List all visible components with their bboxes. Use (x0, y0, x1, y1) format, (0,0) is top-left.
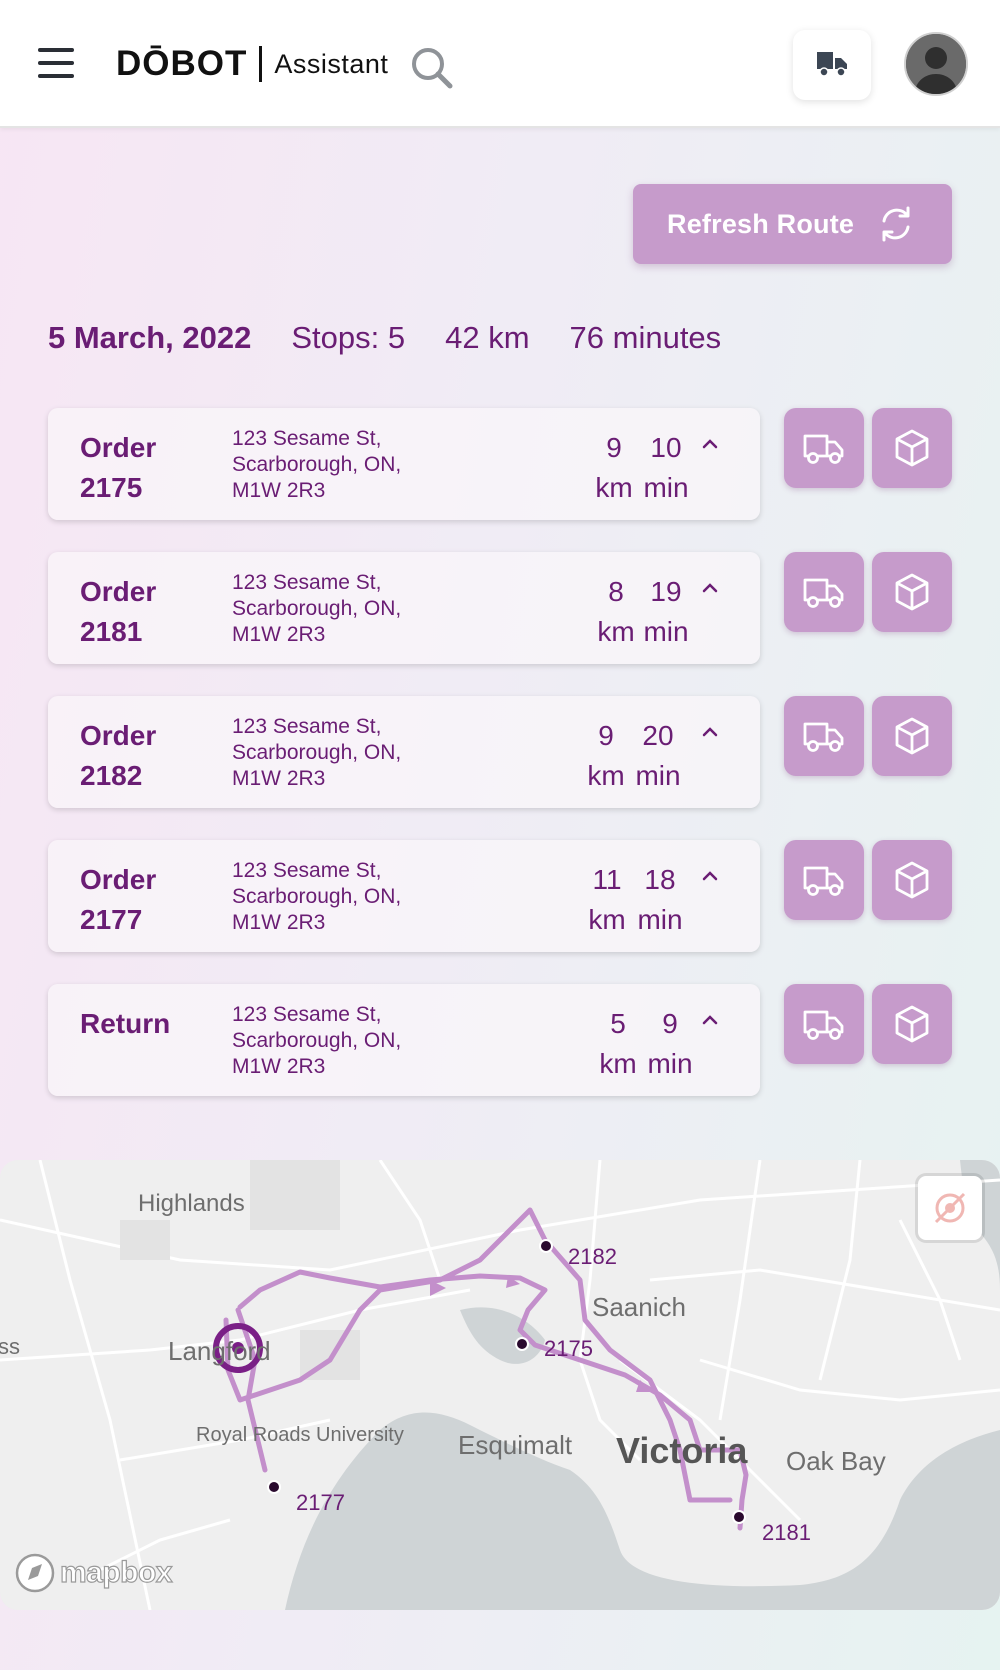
chevron-up-icon[interactable] (700, 434, 720, 454)
package-icon (895, 573, 929, 611)
chevron-up-icon[interactable] (700, 722, 720, 742)
refresh-icon (882, 206, 910, 242)
route-date: 5 March, 2022 (48, 320, 252, 355)
chevron-up-icon[interactable] (700, 866, 720, 886)
order-title: Order 2177 (80, 864, 157, 935)
order-title: Return (80, 1008, 171, 1039)
order-distance: 5 km (599, 1008, 637, 1079)
place-label: Highlands (138, 1190, 245, 1217)
place-label: Esquimalt (458, 1430, 573, 1460)
route-map[interactable]: Highlands Langford Saanich Royal Roads U… (0, 1160, 1000, 1610)
stop-count: Stops: 5 (291, 320, 406, 355)
stop-label: 2175 (544, 1336, 593, 1361)
truck-icon (803, 434, 844, 464)
stop-label: 2177 (296, 1490, 345, 1515)
place-label: Royal Roads University (196, 1424, 404, 1446)
order-title: Order 2175 (80, 432, 157, 503)
mapbox-wordmark: mapbox (59, 1555, 173, 1589)
order-title: Order 2181 (80, 576, 157, 647)
order-distance: 9 km (587, 720, 625, 791)
refresh-route-label: Refresh Route (667, 208, 855, 239)
stop-label: 2181 (762, 1520, 811, 1545)
route-summary: 5 March, 2022 Stops: 5 42 km 76 minutes (48, 318, 721, 358)
order-time: 19 min (643, 576, 689, 647)
deliver-button[interactable] (784, 840, 864, 920)
order-time: 9 min (647, 1008, 693, 1079)
package-button[interactable] (872, 408, 952, 488)
order-time: 18 min (637, 864, 683, 935)
order-title: Order 2182 (80, 720, 157, 791)
order-address: 123 Sesame St, Scarborough, ON, M1W 2R3 (232, 427, 402, 502)
total-distance: 42 km (445, 320, 530, 355)
geolocate-button[interactable] (918, 1176, 982, 1240)
package-button[interactable] (872, 552, 952, 632)
truck-icon (803, 866, 844, 896)
place-label: Saanich (592, 1292, 686, 1322)
order-time: 20 min (635, 720, 681, 791)
deliveries-button[interactable] (793, 30, 871, 100)
place-label: Langford (168, 1336, 271, 1366)
menu-icon[interactable] (38, 48, 74, 78)
order-address: 123 Sesame St, Scarborough, ON, M1W 2R3 (232, 859, 402, 934)
top-bar: DŌBOT Assistant (0, 0, 1000, 128)
mapbox-icon (15, 1553, 55, 1593)
avatar[interactable] (904, 32, 968, 96)
order-card[interactable]: Order 2175 123 Sesame St, Scarborough, ON,… (48, 408, 760, 520)
package-button[interactable] (872, 984, 952, 1064)
truck-icon (803, 722, 844, 752)
package-icon (895, 429, 929, 467)
total-duration: 76 minutes (569, 320, 722, 355)
truck-icon (803, 578, 844, 608)
order-card[interactable]: Order 2177 123 Sesame St, Scarborough, ON,… (48, 840, 760, 952)
order-address: 123 Sesame St, Scarborough, ON, M1W 2R3 (232, 571, 402, 646)
order-address: 123 Sesame St, Scarborough, ON, M1W 2R3 (232, 1003, 402, 1078)
deliver-button[interactable] (784, 408, 864, 488)
place-label: Oak Bay (786, 1446, 886, 1476)
package-icon (895, 861, 929, 899)
order-time: 10 min (643, 432, 689, 503)
package-button[interactable] (872, 840, 952, 920)
chevron-up-icon[interactable] (700, 1010, 720, 1030)
order-card[interactable]: Order 2181 123 Sesame St, Scarborough, ON,… (48, 552, 760, 664)
order-distance: 11 km (588, 864, 626, 935)
deliver-button[interactable] (784, 984, 864, 1064)
refresh-route-button[interactable]: Refresh Route (633, 184, 952, 264)
stop-label: 2182 (568, 1244, 617, 1269)
package-button[interactable] (872, 696, 952, 776)
order-card[interactable]: Return 123 Sesame St, Scarborough, ON, M1W… (48, 984, 760, 1096)
truck-icon (803, 1010, 844, 1040)
deliver-button[interactable] (784, 552, 864, 632)
logo-mark: DŌBOT (116, 44, 248, 83)
order-card[interactable]: Order 2182 123 Sesame St, Scarborough, ON,… (48, 696, 760, 808)
place-label: Victoria (616, 1430, 748, 1471)
app-logo[interactable]: DŌBOT Assistant (116, 44, 388, 84)
mapbox-logo[interactable]: mapbox (14, 1552, 173, 1594)
package-icon (895, 717, 929, 755)
order-address: 123 Sesame St, Scarborough, ON, M1W 2R3 (232, 715, 402, 790)
package-icon (895, 1005, 929, 1043)
logo-subtitle: Assistant (274, 48, 389, 79)
search-icon[interactable] (410, 46, 454, 90)
truck-icon (815, 48, 849, 83)
chevron-up-icon[interactable] (700, 578, 720, 598)
location-disabled-icon (934, 1192, 966, 1224)
deliver-button[interactable] (784, 696, 864, 776)
place-label: ss (0, 1334, 20, 1359)
order-distance: 9 km (595, 432, 633, 503)
logo-divider (259, 46, 263, 82)
